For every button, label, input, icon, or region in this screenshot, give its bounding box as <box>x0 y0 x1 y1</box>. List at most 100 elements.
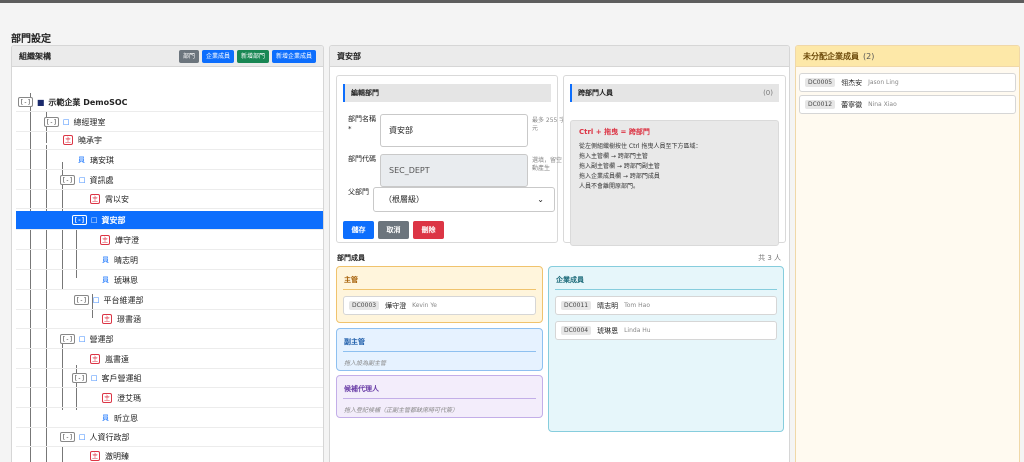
tree-node[interactable]: [-] □ 營運部 <box>16 330 323 349</box>
edit-dept-title: 編輯部門 <box>343 84 551 102</box>
save-button[interactable]: 儲存 <box>343 221 374 239</box>
tree-node[interactable]: 主璟書涵 <box>16 310 323 329</box>
tree-node[interactable]: [-] □ 客戶營運組 <box>16 369 323 388</box>
cross-dept-hint-title: Ctrl + 拖曳 = 跨部門 <box>579 128 650 136</box>
tree-toggle[interactable]: [-] <box>60 432 75 442</box>
tree-toggle[interactable]: [-] <box>18 97 33 107</box>
tree-node[interactable]: [-] □ 人資行政部 <box>16 428 323 447</box>
tree-toggle[interactable]: [-] <box>60 334 75 344</box>
tree-toggle[interactable]: [-] <box>44 117 59 127</box>
tree-node-label: 人資行政部 <box>89 432 130 442</box>
add-member-button[interactable]: 新增企業成員 <box>271 49 316 63</box>
candidate-dropzone[interactable]: 候補代理人 拖入登記候補（正副主管都缺席時可代簽） <box>336 375 543 418</box>
unassigned-title: 未分配企業成員 <box>803 51 859 61</box>
manager-dropzone[interactable]: 主管 DC0003 燁守澄 Kevin Ye <box>336 266 543 323</box>
delete-button[interactable]: 刪除 <box>413 221 444 239</box>
tree-node-label: 昕立恩 <box>114 413 138 423</box>
parent-dept-label: 父部門 <box>348 188 369 196</box>
tree-node-label: 嵐書遠 <box>105 354 130 364</box>
tree-node-label: 資訊處 <box>89 175 114 185</box>
tree-node-label: 示範企業 DemoSOC <box>48 97 128 107</box>
member-en-name: Linda Hu <box>624 327 651 334</box>
cross-dept-count: (0) <box>763 89 773 97</box>
candidate-empty-hint: 拖入登記候補（正副主管都缺席時可代簽） <box>344 407 459 414</box>
tree-toggle[interactable]: [-] <box>60 175 75 185</box>
member-code: DC0004 <box>561 326 592 335</box>
org-icon: □ <box>92 296 100 304</box>
cross-dept-title: 跨部門人員 <box>578 89 613 97</box>
tree-node[interactable]: 員璃安琪 <box>16 151 323 170</box>
tree-node[interactable]: 主燁守澄 <box>16 231 323 250</box>
manager-badge: 主 <box>90 194 101 204</box>
dept-code-label: 部門代碼 <box>348 155 376 163</box>
dept-detail-panel: 資安部 編輯部門 部門名稱 * 資安部 最多 255 字元 部門代碼 SEC_D… <box>329 45 790 462</box>
cancel-button[interactable]: 取消 <box>378 221 409 239</box>
parent-dept-select[interactable]: （根層級） ⌄ <box>373 187 555 212</box>
member-en-name: Nina Xiao <box>868 101 897 108</box>
member-card[interactable]: DC0004 琥琳恩 Linda Hu <box>555 321 777 340</box>
org-tree-title: 組織架構 <box>19 51 51 61</box>
add-dept-button[interactable]: 新增部門 <box>236 49 269 63</box>
org-icon: □ <box>78 335 86 343</box>
tree-node[interactable]: [-] □ 總經理室 <box>16 113 323 132</box>
tree-node-label: 晴志明 <box>114 255 138 265</box>
dept-code-input[interactable]: SEC_DEPT <box>380 154 528 187</box>
filter-members-button[interactable]: 企業成員 <box>201 49 234 63</box>
unassigned-header: 未分配企業成員 (2) <box>796 46 1019 67</box>
manager-badge: 主 <box>90 451 101 461</box>
staff-dropzone[interactable]: 企業成員 DC0011 晴志明 Tom Hao DC0004 琥琳恩 Linda… <box>548 266 784 432</box>
dept-name-label: 部門名稱 * <box>348 115 376 133</box>
tree-node-label: 燁守澄 <box>115 235 140 245</box>
member-card[interactable]: DC0003 燁守澄 Kevin Ye <box>343 296 536 315</box>
member-en-name: Jason Ling <box>868 79 899 86</box>
tree-node-label: 曉承宇 <box>78 135 103 145</box>
dept-detail-header: 資安部 <box>330 46 789 67</box>
manager-title: 主管 <box>344 276 358 284</box>
manager-badge: 主 <box>102 393 113 403</box>
manager-badge: 主 <box>63 135 74 145</box>
tree-node[interactable]: 主曉承宇 <box>16 131 323 150</box>
dept-name-input[interactable]: 資安部 <box>380 114 528 147</box>
tree-toggle[interactable]: [-] <box>74 295 89 305</box>
member-name: 翎杰安 <box>841 78 863 87</box>
tree-node[interactable]: 主澈明臻 <box>16 447 323 462</box>
unassigned-member-card[interactable]: DC0012 蕾寧徽 Nina Xiao <box>799 95 1016 114</box>
dept-detail-title: 資安部 <box>337 51 361 61</box>
tree-node-label: 資安部 <box>101 215 126 225</box>
tree-node[interactable]: 員昕立恩 <box>16 409 323 428</box>
deputy-empty-hint: 拖入設為副主管 <box>344 360 387 367</box>
staff-title: 企業成員 <box>556 276 584 284</box>
tree-toggle[interactable]: [-] <box>72 215 87 225</box>
member-name: 蕾寧徽 <box>841 100 863 109</box>
member-code: DC0005 <box>805 78 836 87</box>
member-name: 晴志明 <box>597 301 619 310</box>
tree-node-selected[interactable]: [-] □ 資安部 <box>16 211 323 230</box>
member-icon: 員 <box>102 414 109 422</box>
cross-dept-dropzone[interactable]: Ctrl + 拖曳 = 跨部門 從左側組織樹按住 Ctrl 拖曳人員至下方區域：… <box>570 120 779 246</box>
tree-node[interactable]: [-] □ 平台維運部 <box>16 291 323 310</box>
tree-node[interactable]: 主澄艾瑪 <box>16 389 323 408</box>
member-en-name: Tom Hao <box>624 302 651 309</box>
deputy-dropzone[interactable]: 副主管 拖入設為副主管 <box>336 328 543 371</box>
tree-toggle[interactable]: [-] <box>72 373 87 383</box>
tree-node[interactable]: [-] ■ 示範企業 DemoSOC <box>16 93 323 112</box>
member-card[interactable]: DC0011 晴志明 Tom Hao <box>555 296 777 315</box>
tree-node[interactable]: 主嵐書遠 <box>16 350 323 369</box>
manager-badge: 主 <box>102 314 113 324</box>
org-icon: □ <box>90 374 98 382</box>
tree-node[interactable]: 員晴志明 <box>16 251 323 270</box>
tree-node-label: 澈明臻 <box>105 451 130 461</box>
member-name: 琥琳恩 <box>597 326 619 335</box>
tree-node[interactable]: [-] □ 資訊處 <box>16 171 323 190</box>
filter-dept-button[interactable]: 部門 <box>178 49 199 63</box>
cross-hint-line: 拖入主管欄 → 跨部門主管 <box>579 153 648 160</box>
candidate-title: 候補代理人 <box>344 385 379 393</box>
tree-node[interactable]: 主霄以安 <box>16 190 323 209</box>
member-icon: 員 <box>78 156 85 164</box>
tree-node[interactable]: 員琥琳恩 <box>16 271 323 290</box>
member-en-name: Kevin Ye <box>412 302 437 309</box>
member-code: DC0003 <box>349 301 380 310</box>
tree-node-label: 璃安琪 <box>90 155 114 165</box>
unassigned-member-card[interactable]: DC0005 翎杰安 Jason Ling <box>799 73 1016 92</box>
tree-node-label: 璟書涵 <box>117 314 142 324</box>
